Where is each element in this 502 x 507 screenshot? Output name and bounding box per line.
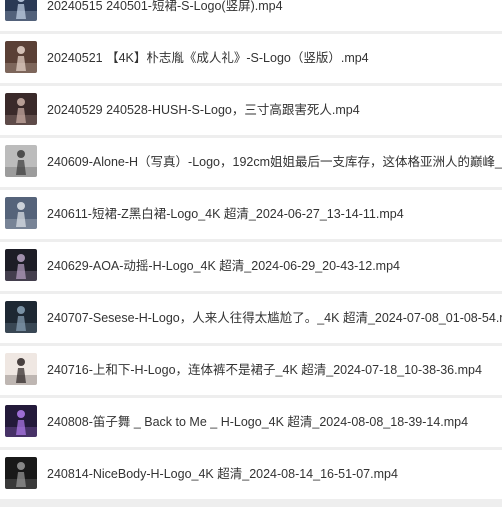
file-list: 20240515 240501-短裙-S-Logo(竖屏).mp4 2024052… (0, 0, 502, 502)
file-row[interactable]: 240716-上和下-H-Logo，连体裤不是裙子_4K 超清_2024-07-… (0, 346, 502, 395)
file-row[interactable]: 240808-笛子舞 _ Back to Me _ H-Logo_4K 超清_2… (0, 398, 502, 447)
file-name: 240609-Alone-H（写真）-Logo，192cm姐姐最后一支库存，这体… (47, 155, 502, 169)
file-row[interactable]: 240611-短裙-Z黑白裙-Logo_4K 超清_2024-06-27_13-… (0, 190, 502, 239)
video-thumbnail-icon (5, 0, 37, 21)
file-row[interactable]: 20240529 240528-HUSH-S-Logo，三寸高跟害死人.mp4 (0, 86, 502, 135)
file-name: 20240515 240501-短裙-S-Logo(竖屏).mp4 (47, 0, 283, 13)
video-thumbnail-icon (5, 93, 37, 125)
file-row[interactable]: 240707-Sesese-H-Logo，人来人往得太尴尬了。_4K 超清_20… (0, 294, 502, 343)
video-thumbnail-icon (5, 405, 37, 437)
file-row[interactable]: 20240515 240501-短裙-S-Logo(竖屏).mp4 (0, 0, 502, 31)
file-name: 240629-AOA-动摇-H-Logo_4K 超清_2024-06-29_20… (47, 259, 400, 273)
file-name: 240808-笛子舞 _ Back to Me _ H-Logo_4K 超清_2… (47, 415, 469, 429)
file-name: 240716-上和下-H-Logo，连体裤不是裙子_4K 超清_2024-07-… (47, 363, 482, 377)
file-name: 20240521 【4K】朴志胤《成人礼》-S-Logo（竖版）.mp4 (47, 51, 369, 65)
video-thumbnail-icon (5, 353, 37, 385)
file-name: 240611-短裙-Z黑白裙-Logo_4K 超清_2024-06-27_13-… (47, 207, 404, 221)
video-thumbnail-icon (5, 145, 37, 177)
video-thumbnail-icon (5, 457, 37, 489)
file-row[interactable]: 240814-NiceBody-H-Logo_4K 超清_2024-08-14_… (0, 450, 502, 499)
file-row[interactable]: 20240521 【4K】朴志胤《成人礼》-S-Logo（竖版）.mp4 (0, 34, 502, 83)
file-name: 240707-Sesese-H-Logo，人来人往得太尴尬了。_4K 超清_20… (47, 311, 502, 325)
file-row[interactable]: 240629-AOA-动摇-H-Logo_4K 超清_2024-06-29_20… (0, 242, 502, 291)
file-name: 240814-NiceBody-H-Logo_4K 超清_2024-08-14_… (47, 467, 398, 481)
video-thumbnail-icon (5, 249, 37, 281)
video-thumbnail-icon (5, 197, 37, 229)
video-thumbnail-icon (5, 41, 37, 73)
file-row[interactable]: 240609-Alone-H（写真）-Logo，192cm姐姐最后一支库存，这体… (0, 138, 502, 187)
file-name: 20240529 240528-HUSH-S-Logo，三寸高跟害死人.mp4 (47, 103, 360, 117)
video-thumbnail-icon (5, 301, 37, 333)
